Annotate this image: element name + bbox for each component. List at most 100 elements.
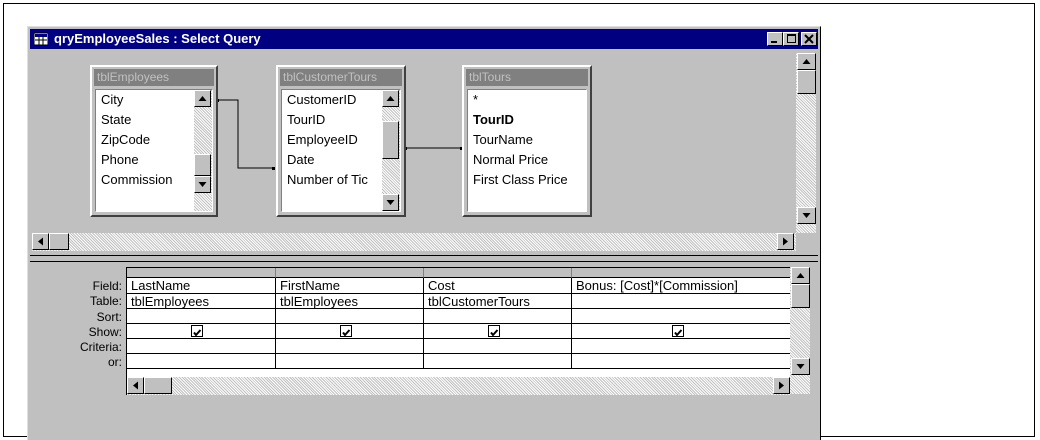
arrow-left-icon [133,381,138,390]
grid-cell-table[interactable]: tblEmployees [127,294,276,309]
table-title[interactable]: tblEmployees [94,69,214,86]
row-labels: Field: Table: Sort: Show: Criteria: or: [30,263,122,403]
show-checkbox[interactable] [340,325,352,337]
title-bar[interactable]: qryEmployeeSales : Select Query [30,29,818,49]
scroll-up-button[interactable] [194,90,211,107]
checkmark-icon [342,329,351,337]
close-button[interactable] [801,32,817,46]
scroll-thumb[interactable] [194,154,211,176]
scroll-left-button[interactable] [127,377,144,394]
show-checkbox[interactable] [191,325,203,337]
scroll-right-button[interactable] [773,377,790,394]
grid-cell-sort[interactable] [276,309,424,324]
scroll-left-button[interactable] [32,233,49,250]
grid-vertical-scrollbar[interactable] [790,267,810,394]
row-label-field: Field: [92,279,122,293]
field-list[interactable]: City State ZipCode Phone Commission [95,89,213,212]
checkmark-icon [490,329,499,337]
query-design-grid[interactable]: LastName FirstName Cost Bonus: [Cost]*[C… [126,267,791,395]
grid-cell-sort[interactable] [572,309,791,324]
window-title: qryEmployeeSales : Select Query [54,31,261,46]
scroll-down-button[interactable] [791,358,810,375]
query-design-window: qryEmployeeSales : Select Query tblEmplo… [27,26,821,440]
column-selector[interactable] [127,268,276,278]
scroll-thumb[interactable] [49,233,69,250]
field-list[interactable]: CustomerID TourID EmployeeID Date Number… [281,89,401,212]
scroll-up-button[interactable] [791,267,810,284]
grid-cell-field[interactable]: Bonus: [Cost]*[Commission] [572,278,791,294]
row-label-table: Table: [89,294,122,308]
grid-cell-criteria[interactable] [572,339,791,354]
scroll-up-button[interactable] [382,90,399,107]
grid-cell-or[interactable] [424,354,572,369]
field-item[interactable]: TourName [468,130,586,150]
grid-cell-or[interactable] [127,354,276,369]
scroll-up-button[interactable] [797,53,816,70]
arrow-up-icon [802,59,811,64]
arrow-down-icon [198,182,207,187]
grid-cell-show [276,324,424,339]
table-tblcustomertours[interactable]: tblCustomerTours CustomerID TourID Emplo… [276,65,406,217]
scroll-thumb[interactable] [797,70,816,94]
checkmark-icon [674,329,683,337]
grid-cell-sort[interactable] [424,309,572,324]
table-title[interactable]: tblTours [466,69,588,86]
table-pane-vertical-scrollbar[interactable] [796,53,816,233]
scroll-right-button[interactable] [777,233,794,250]
grid-cell-field[interactable]: Cost [424,278,572,294]
table-tblemployees[interactable]: tblEmployees City State ZipCode Phone Co… [90,65,218,217]
scroll-down-button[interactable] [194,176,211,193]
field-item[interactable]: First Class Price [468,170,586,190]
arrow-up-icon [796,273,805,278]
table-pane-horizontal-scrollbar[interactable] [32,233,796,251]
field-item[interactable]: Normal Price [468,150,586,170]
grid-cell-show [572,324,791,339]
design-grid-pane[interactable]: Field: Table: Sort: Show: Criteria: or: … [30,263,818,433]
table-pane[interactable]: tblEmployees City State ZipCode Phone Co… [30,51,818,252]
row-label-or: or: [107,355,122,369]
scroll-thumb[interactable] [382,121,399,159]
arrow-down-icon [386,200,395,205]
grid-cell-field[interactable]: LastName [127,278,276,294]
show-checkbox[interactable] [672,325,684,337]
minimize-button[interactable] [767,32,783,46]
grid-cell-sort[interactable] [127,309,276,324]
column-selector[interactable] [424,268,572,278]
maximize-button[interactable] [783,32,799,46]
arrow-right-icon [783,237,788,246]
query-icon [34,32,48,46]
scroll-thumb[interactable] [144,377,172,394]
grid-cell-criteria[interactable] [424,339,572,354]
show-checkbox[interactable] [488,325,500,337]
checkmark-icon [193,329,202,337]
table-title[interactable]: tblCustomerTours [280,69,402,86]
field-item-primary-key[interactable]: TourID [468,110,586,130]
arrow-up-icon [386,96,395,101]
grid-cell-table[interactable]: tblEmployees [276,294,424,309]
scroll-thumb[interactable] [791,284,810,308]
arrow-left-icon [38,237,43,246]
arrow-right-icon [779,381,784,390]
vertical-scrollbar[interactable] [382,90,400,211]
row-label-criteria: Criteria: [79,340,122,354]
grid-cell-criteria[interactable] [276,339,424,354]
grid-cell-or[interactable] [572,354,791,369]
grid-cell-field[interactable]: FirstName [276,278,424,294]
close-icon [804,34,814,44]
column-selector[interactable] [276,268,424,278]
grid-horizontal-scrollbar[interactable] [127,377,791,395]
field-item[interactable]: * [468,90,586,110]
grid-cell-table[interactable]: tblCustomerTours [424,294,572,309]
grid-cell-criteria[interactable] [127,339,276,354]
grid-cell-or[interactable] [276,354,424,369]
arrow-up-icon [198,96,207,101]
scroll-down-button[interactable] [382,194,399,211]
arrow-down-icon [796,364,805,369]
column-selector[interactable] [572,268,791,278]
table-tbltours[interactable]: tblTours * TourID TourName Normal Price … [462,65,592,217]
field-list[interactable]: * TourID TourName Normal Price First Cla… [467,89,587,212]
pane-splitter[interactable] [30,255,818,262]
scroll-down-button[interactable] [797,207,816,224]
vertical-scrollbar[interactable] [194,90,212,211]
grid-cell-table[interactable] [572,294,791,309]
